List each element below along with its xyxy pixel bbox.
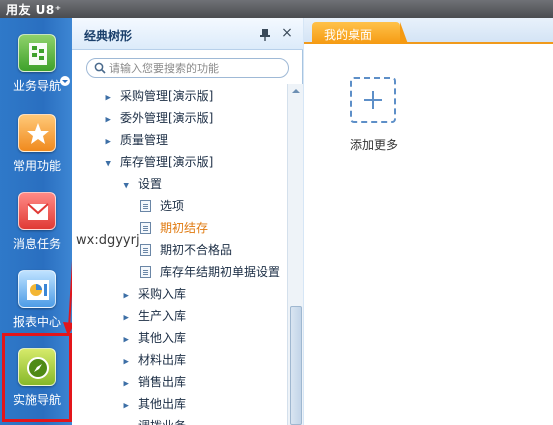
tree-item[interactable]: ▶ 生产入库 bbox=[122, 305, 187, 327]
chevron-down-icon[interactable]: ▼ bbox=[106, 156, 113, 171]
tree-item[interactable]: ▶ 其他入库 bbox=[122, 327, 187, 349]
tree-item[interactable]: ▶ 销售出库 bbox=[122, 371, 187, 393]
tree-item[interactable]: 期初结存 bbox=[140, 217, 208, 239]
close-icon[interactable]: × bbox=[280, 26, 294, 40]
search-field[interactable] bbox=[86, 58, 289, 78]
tree-item[interactable]: ▶ 采购入库 bbox=[122, 283, 187, 305]
document-icon bbox=[140, 200, 151, 212]
tree-item[interactable]: 期初不合格品 bbox=[140, 239, 232, 261]
tree-item-label: 期初不合格品 bbox=[160, 243, 233, 257]
search-icon bbox=[94, 62, 106, 74]
desktop-tabbar: 我的桌面 bbox=[304, 18, 553, 44]
scroll-up-icon[interactable] bbox=[288, 84, 304, 98]
nav-expand-icon[interactable] bbox=[60, 76, 70, 86]
app-brand: 用友 U8⁺ bbox=[6, 3, 62, 17]
tree-item-label: 调拨业务 bbox=[138, 419, 186, 425]
chevron-right-icon[interactable]: ▶ bbox=[124, 398, 131, 413]
watermark-text: wx:dgyyrj bbox=[76, 233, 140, 248]
chevron-down-icon[interactable]: ▼ bbox=[124, 178, 131, 193]
pie-chart-icon bbox=[18, 270, 56, 308]
tree-item[interactable]: ▶ 委外管理[演示版] bbox=[104, 107, 214, 129]
tree-scrollbar[interactable] bbox=[287, 84, 303, 425]
tab-my-desktop[interactable]: 我的桌面 bbox=[312, 22, 408, 44]
document-icon bbox=[140, 266, 151, 278]
tree-item-label: 采购管理[演示版] bbox=[120, 89, 214, 103]
tree-item[interactable]: ▶ 质量管理 bbox=[104, 129, 169, 151]
nav-label: 常用功能 bbox=[12, 159, 61, 173]
app-titlebar: 用友 U8⁺ bbox=[0, 0, 553, 18]
tree-panel-header: 经典树形 × bbox=[72, 18, 303, 50]
tab-label: 我的桌面 bbox=[324, 28, 373, 42]
nav-reports[interactable]: 报表中心 bbox=[6, 270, 68, 330]
document-icon bbox=[140, 222, 151, 234]
chevron-right-icon[interactable]: ▶ bbox=[106, 134, 113, 149]
pin-icon[interactable] bbox=[258, 28, 272, 42]
tree-item-label: 库存年结期初单据设置 bbox=[160, 265, 281, 279]
tree-item[interactable]: 库存年结期初单据设置 bbox=[140, 261, 280, 283]
tree-item[interactable]: ▶ 采购管理[演示版] bbox=[104, 85, 214, 107]
tree-item[interactable]: ▶ 其他出库 bbox=[122, 393, 187, 415]
tree-item-label: 质量管理 bbox=[120, 133, 169, 147]
chevron-right-icon[interactable]: ▶ bbox=[106, 90, 113, 105]
tree-item[interactable]: ▼ 库存管理[演示版] bbox=[104, 151, 214, 173]
chevron-right-icon[interactable]: ▶ bbox=[124, 376, 131, 391]
chevron-right-icon[interactable]: ▶ bbox=[124, 310, 131, 325]
tree-item-label: 委外管理[演示版] bbox=[120, 111, 214, 125]
annotation-highlight-box bbox=[2, 333, 72, 422]
chevron-right-icon[interactable]: ▶ bbox=[106, 112, 113, 127]
star-icon bbox=[18, 114, 56, 152]
tree-item-label: 设置 bbox=[138, 177, 163, 191]
document-icon bbox=[140, 244, 151, 256]
tree-item[interactable]: ▶ 调拨业务 bbox=[122, 415, 187, 425]
desktop-area: 我的桌面 添加更多 bbox=[304, 18, 553, 425]
chevron-right-icon[interactable]: ▶ bbox=[124, 332, 131, 347]
chevron-right-icon[interactable]: ▶ bbox=[124, 288, 131, 303]
tree-item[interactable]: 选项 bbox=[140, 195, 184, 217]
tree-item-label: 期初结存 bbox=[160, 221, 209, 235]
tree-item-label: 销售出库 bbox=[138, 375, 187, 389]
tree-item-label: 生产入库 bbox=[138, 309, 187, 323]
tree-item[interactable]: ▶ 材料出库 bbox=[122, 349, 187, 371]
plus-icon-stem bbox=[372, 91, 374, 109]
nav-label: 业务导航 bbox=[12, 79, 61, 93]
business-nav-icon bbox=[18, 34, 56, 72]
nav-label: 消息任务 bbox=[12, 237, 61, 251]
chevron-right-icon[interactable]: ▶ bbox=[124, 354, 131, 369]
tree-item-label: 选项 bbox=[160, 199, 185, 213]
add-more-label: 添加更多 bbox=[350, 138, 399, 152]
tree-panel: 经典树形 × ▶ 采购管理[演示版] ▶ 委外管理[演示版] ▶ 质量管理 ▼ 库存管理[演示… bbox=[72, 18, 303, 425]
nav-business[interactable]: 业务导航 bbox=[6, 34, 68, 94]
function-tree: ▶ 采购管理[演示版] ▶ 委外管理[演示版] ▶ 质量管理 ▼ 库存管理[演示版] ▼ 设置选项… bbox=[72, 84, 287, 425]
scroll-thumb[interactable] bbox=[290, 306, 302, 425]
tree-item-label: 其他入库 bbox=[138, 331, 187, 345]
nav-favorites[interactable]: 常用功能 bbox=[6, 114, 68, 174]
add-more-button[interactable] bbox=[350, 77, 396, 123]
tree-item-label: 其他出库 bbox=[138, 397, 187, 411]
tree-item-label: 库存管理[演示版] bbox=[120, 155, 214, 169]
tree-item-label: 采购入库 bbox=[138, 287, 187, 301]
nav-label: 报表中心 bbox=[12, 315, 61, 329]
chevron-right-icon[interactable]: ▶ bbox=[124, 420, 131, 425]
tree-panel-title: 经典树形 bbox=[84, 29, 133, 43]
search-input[interactable] bbox=[109, 61, 284, 75]
tree-item[interactable]: ▼ 设置 bbox=[122, 173, 163, 195]
tree-item-label: 材料出库 bbox=[138, 353, 187, 367]
nav-messages[interactable]: 消息任务 bbox=[6, 192, 68, 252]
envelope-icon bbox=[18, 192, 56, 230]
